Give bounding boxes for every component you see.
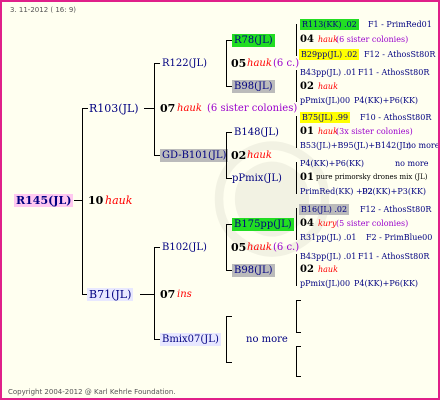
gen4-c1-bot-queen[interactable]: R31pp(JL) .01 [300,232,356,243]
gen3-c2-queen[interactable]: B98(JL) [232,264,275,277]
gen4-c1-mid-note: kury [318,219,337,228]
gen2-c-sisters: (6 c.) [273,242,300,253]
gen3-b2-queen[interactable]: pPmix(JL) [232,172,282,185]
connector [296,332,301,333]
root-generation: 10 [88,194,104,207]
gen1-top-generation: 07 [160,102,176,115]
gen1-top-sisters: (6 sister colonies) [207,103,298,114]
gen4-b2-top-queen[interactable]: P4(KK)+P6(KK) [300,158,364,169]
connector [296,24,297,56]
gen4-a1-bot-link[interactable]: F12 - AthosSt80R [364,49,435,60]
connector [154,247,155,339]
connector [296,300,297,332]
gen4-a1-mid-note: hauk [318,35,338,44]
gen4-c2-bot-link[interactable]: P4(KK)+P6(KK) [354,278,418,289]
gen4-c2-top-link[interactable]: F11 - AthosSt80R [358,251,429,262]
gen4-b1-mid-generation: 01 [300,126,314,137]
gen4-a1-top-link[interactable]: F1 - PrimRed01 [368,19,432,30]
connector [296,346,301,347]
gen2-c-generation: 05 [231,241,247,254]
gen4-c2-top-queen[interactable]: B43pp(JL) .01 [300,251,356,262]
connector [296,70,297,102]
copyright-footer: Copyright 2004-2012 @ Karl Kehrle Founda… [8,388,176,396]
gen2-c-queen[interactable]: B102(JL) [162,241,207,254]
connector [296,208,297,240]
gen4-b1-top-queen[interactable]: B75(JL) .99 [300,112,351,123]
connector [296,376,301,377]
gen4-b2-bot-link[interactable]: P2(KK)+P3(KK) [362,186,426,197]
gen4-c1-top-queen[interactable]: B16(JL) .02 [299,204,350,215]
gen4-c1-top-link[interactable]: F12 - AthosSt80R [360,204,431,215]
gen4-b1-mid-note: hauk [318,127,338,136]
gen4-a1-mid-sisters: (6 sister colonies) [336,35,409,44]
connector [154,63,160,64]
gen4-a1-mid-generation: 04 [300,34,314,45]
gen4-c2-bot-queen[interactable]: pPmix(JL)00 [300,278,350,289]
connector [154,63,155,155]
gen4-a2-bot-queen[interactable]: pPmix(JL)00 [300,95,350,106]
gen3-a2-queen[interactable]: B98(JL) [232,80,275,93]
gen1-top-note: hauk [177,103,202,114]
gen1-bottom-note: ins [177,289,192,300]
gen4-c2-mid-generation: 02 [300,264,314,275]
connector [226,40,227,86]
gen4-a2-bot-link[interactable]: P4(KK)+P6(KK) [354,95,418,106]
connector [296,300,301,301]
gen4-b2-mid-note: pure primorsky drones mix (JL) [316,173,428,181]
root-note: hauk [105,194,133,207]
connector [296,116,297,148]
gen4-c1-bot-link[interactable]: F2 - PrimBlue00 [366,232,432,243]
gen4-b1-bot-link: no more [406,141,440,150]
gen4-a2-mid-generation: 02 [300,81,314,92]
connector [144,108,154,109]
connector [226,132,227,178]
connector [74,200,82,201]
root-queen[interactable]: R145(JL) [14,194,74,207]
gen2-b-generation: 02 [231,149,247,162]
gen4-a2-top-queen[interactable]: B43pp(JL) .01 [300,67,356,78]
gen2-d-more: no more [246,334,288,345]
gen2-a-note: hauk [247,58,272,69]
gen4-a2-top-link[interactable]: F11 - AthosSt80R [358,67,429,78]
gen4-b1-mid-sisters: (3x sister colonies) [336,127,413,136]
gen2-b-queen[interactable]: GD-B101(JL) [160,149,229,162]
connector [296,254,297,286]
gen2-a-sisters: (6 c.) [273,58,300,69]
gen1-top-queen[interactable]: R103(JL) [89,102,139,115]
gen2-d-queen[interactable]: Bmix07(JL) [160,333,221,346]
gen4-b2-mid-generation: 01 [300,172,314,183]
date-header: 3. 11-2012 ( 16: 9) [10,6,77,14]
connector [296,346,297,376]
connector [296,162,297,194]
gen4-c2-mid-note: hauk [318,265,338,274]
connector [140,294,154,295]
connector [226,316,227,362]
gen4-a1-bot-queen[interactable]: B29pp(JL) .02 [299,49,360,60]
gen4-b1-top-link[interactable]: F10 - AthosSt80R [360,112,431,123]
gen4-c1-mid-sisters: (5 sister colonies) [336,219,409,228]
gen2-c-note: hauk [247,242,272,253]
connector [154,247,160,248]
gen4-b1-bot-queen[interactable]: B53(JL)+B95(JL)+B142(JL) [300,140,411,151]
connector [226,316,232,317]
connector [226,362,232,363]
gen1-bottom-generation: 07 [160,288,176,301]
gen4-b2-top-link: no more [395,159,429,168]
gen2-a-generation: 05 [231,57,247,70]
gen2-a-queen[interactable]: R122(JL) [162,57,207,70]
gen1-bottom-queen[interactable]: B71(JL) [87,288,134,301]
gen4-c1-mid-generation: 04 [300,218,314,229]
connector [226,224,227,270]
gen3-b1-queen[interactable]: B148(JL) [234,126,279,139]
gen3-c1-queen[interactable]: B175pp(JL) [232,218,294,231]
gen3-a1-queen[interactable]: R78(JL) [232,34,275,47]
pedigree-frame: ◉ 3. 11-2012 ( 16: 9) R145(JL) 10 hauk R… [0,0,440,400]
gen2-b-note: hauk [247,150,272,161]
connector [226,132,232,133]
gen4-a1-top-queen[interactable]: R113(KK) .02 [300,19,359,30]
connector [82,108,88,109]
gen4-a2-mid-note: hauk [318,82,338,91]
connector [82,108,83,294]
